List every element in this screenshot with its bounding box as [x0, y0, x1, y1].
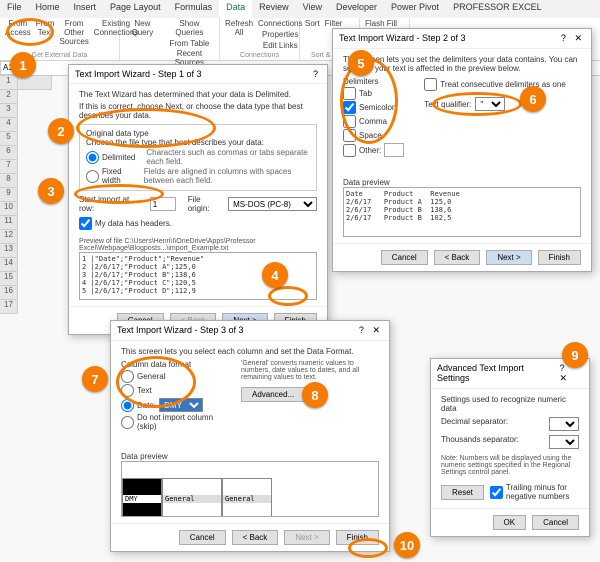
- advanced-button[interactable]: Advanced...: [241, 387, 305, 402]
- callout-7: 7: [82, 366, 108, 392]
- close-icon[interactable]: ✕: [369, 325, 383, 335]
- callout-1: 1: [10, 52, 36, 78]
- callout-10: 10: [394, 532, 420, 558]
- callout-3: 3: [38, 178, 64, 204]
- section-sub: Choose the file type that best describes…: [86, 138, 310, 147]
- tab-view[interactable]: View: [296, 0, 329, 18]
- text-radio[interactable]: Text: [121, 384, 231, 397]
- callout-4: 4: [262, 262, 288, 288]
- callout-2: 2: [48, 118, 74, 144]
- thousands-label: Thousands separator:: [441, 435, 519, 449]
- other-checkbox[interactable]: Other:: [343, 143, 404, 157]
- tab-power-pivot[interactable]: Power Pivot: [384, 0, 446, 18]
- tab-review[interactable]: Review: [252, 0, 296, 18]
- properties-button[interactable]: Properties: [257, 30, 303, 41]
- back-button[interactable]: < Back: [232, 530, 279, 545]
- tab-page-layout[interactable]: Page Layout: [103, 0, 168, 18]
- delimiters-label: Delimiters: [343, 77, 404, 86]
- decimal-select[interactable]: [549, 417, 579, 431]
- dialog-help-icon[interactable]: ?: [356, 325, 367, 335]
- callout-6: 6: [520, 86, 546, 112]
- intro-text: The Text Wizard has determined that your…: [79, 90, 317, 99]
- advanced-settings-dialog: Advanced Text Import Settings ? ✕ Settin…: [430, 358, 590, 537]
- show-queries-button[interactable]: Show Queries: [164, 19, 215, 39]
- general-radio[interactable]: General: [121, 370, 231, 383]
- from-other-button[interactable]: From Other Sources: [58, 19, 89, 47]
- callout-9: 9: [562, 342, 588, 368]
- preview-label: Data preview: [121, 452, 379, 461]
- trailing-minus-checkbox[interactable]: Trailing minus for negative numbers: [490, 483, 579, 501]
- dialog-title: Text Import Wizard - Step 2 of 3: [339, 33, 466, 44]
- finish-button[interactable]: Finish: [336, 530, 379, 545]
- back-button[interactable]: < Back: [434, 250, 481, 265]
- wizard-step3-dialog: Text Import Wizard - Step 3 of 3 ? ✕ Thi…: [110, 320, 390, 552]
- ok-button[interactable]: OK: [493, 515, 527, 530]
- from-table-button[interactable]: From Table: [164, 39, 215, 50]
- dialog-help-icon[interactable]: ?: [558, 33, 569, 43]
- space-checkbox[interactable]: Space: [343, 129, 404, 142]
- dialog-title: Text Import Wizard - Step 1 of 3: [75, 69, 202, 79]
- callout-5: 5: [348, 50, 374, 76]
- consecutive-checkbox[interactable]: Treat consecutive delimiters as one: [424, 78, 566, 91]
- preview-box: Date Product Revenue 2/6/17 Product A 12…: [343, 187, 581, 237]
- tab-insert[interactable]: Insert: [67, 0, 104, 18]
- delimited-radio[interactable]: DelimitedCharacters such as commas or ta…: [86, 148, 310, 166]
- group-label: Connections: [224, 52, 295, 59]
- origin-label: File origin:: [188, 195, 224, 213]
- edit-links-button[interactable]: Edit Links: [257, 41, 303, 52]
- close-icon[interactable]: ✕: [556, 373, 570, 383]
- refresh-all-button[interactable]: Refresh All: [224, 19, 254, 39]
- tab-file[interactable]: File: [0, 0, 29, 18]
- next-button: Next >: [284, 530, 329, 545]
- tab-home[interactable]: Home: [29, 0, 67, 18]
- close-icon[interactable]: ✕: [571, 33, 585, 43]
- dialog-title: Text Import Wizard - Step 3 of 3: [117, 325, 244, 336]
- section-label: Column data format: [121, 360, 231, 369]
- tab-formulas[interactable]: Formulas: [168, 0, 220, 18]
- cancel-button[interactable]: Cancel: [381, 250, 428, 265]
- cancel-button[interactable]: Cancel: [532, 515, 579, 530]
- finish-button[interactable]: Finish: [538, 250, 581, 265]
- from-access-button[interactable]: From Access: [4, 19, 32, 39]
- start-row-input[interactable]: [150, 197, 176, 211]
- cancel-button[interactable]: Cancel: [179, 530, 226, 545]
- new-query-button[interactable]: New Query: [124, 19, 161, 39]
- dialog-title: Advanced Text Import Settings: [437, 363, 556, 384]
- file-origin-select[interactable]: MS-DOS (PC-8): [228, 197, 317, 211]
- headers-checkbox[interactable]: My data has headers.: [79, 217, 317, 230]
- preview-path: Preview of file C:\Users\Henri\I\OneDriv…: [79, 238, 317, 252]
- tab-checkbox[interactable]: Tab: [343, 87, 404, 100]
- date-format-select[interactable]: DMY: [159, 398, 203, 412]
- ribbon-tabs: File Home Insert Page Layout Formulas Da…: [0, 0, 600, 18]
- hint-text: 'General' converts numeric values to num…: [241, 360, 379, 381]
- qualifier-select[interactable]: ": [475, 97, 505, 111]
- tab-data[interactable]: Data: [219, 0, 252, 18]
- comma-checkbox[interactable]: Comma: [343, 115, 404, 128]
- fixed-width-radio[interactable]: Fixed widthFields are aligned in columns…: [86, 167, 310, 185]
- callout-8: 8: [302, 382, 328, 408]
- thousands-select[interactable]: [549, 435, 579, 449]
- dialog-help-icon[interactable]: ?: [310, 69, 321, 79]
- connections-button[interactable]: Connections: [257, 19, 303, 30]
- wizard-step1-dialog: Text Import Wizard - Step 1 of 3 ? The T…: [68, 64, 328, 335]
- sort-button[interactable]: Sort: [304, 19, 321, 30]
- note-text: Note: Numbers will be displayed using th…: [441, 455, 579, 476]
- preview-label: Data preview: [343, 178, 581, 187]
- tab-professor-excel[interactable]: PROFESSOR EXCEL: [446, 0, 549, 18]
- tab-developer[interactable]: Developer: [329, 0, 384, 18]
- intro-text: If this is correct, choose Next, or choo…: [79, 102, 317, 120]
- section-label: Original data type: [86, 129, 310, 138]
- intro-text: This screen lets you select each column …: [121, 347, 379, 356]
- start-row-label: Start import at row:: [79, 195, 146, 213]
- intro-text: Settings used to recognize numeric data: [441, 395, 579, 413]
- from-text-button[interactable]: From Text: [35, 19, 56, 39]
- decimal-label: Decimal separator:: [441, 417, 508, 431]
- next-button[interactable]: Next >: [486, 250, 531, 265]
- reset-button[interactable]: Reset: [441, 485, 484, 500]
- semicolon-checkbox[interactable]: Semicolon: [343, 101, 404, 114]
- skip-radio[interactable]: Do not import column (skip): [121, 413, 231, 431]
- qualifier-label: Text qualifier:: [424, 100, 471, 109]
- intro-text: This screen lets you set the delimiters …: [343, 55, 581, 73]
- date-radio[interactable]: Date:DMY: [121, 398, 231, 412]
